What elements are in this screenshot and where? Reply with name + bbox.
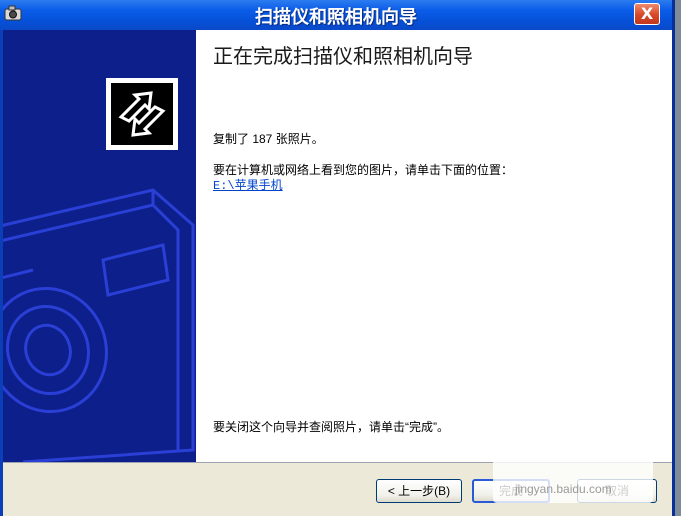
scanner-camera-wizard-window: 扫描仪和照相机向导 X 正在完成扫描仪和照相机向导 复制了 187 张照片。 要… [0, 0, 675, 516]
copied-count-text: 复制了 187 张照片。 [213, 132, 324, 146]
desktop-background [675, 0, 681, 516]
close-button[interactable]: X [634, 3, 660, 25]
wizard-side-banner [3, 30, 196, 462]
window-title: 扫描仪和照相机向导 [255, 7, 417, 28]
back-button[interactable]: < 上一步(B) [376, 479, 462, 503]
close-icon: X [640, 4, 654, 23]
wizard-arrows-icon [118, 91, 166, 137]
page-title: 正在完成扫描仪和照相机向导 [213, 44, 473, 68]
title-bar[interactable]: 扫描仪和照相机向导 X [0, 0, 672, 30]
close-wizard-prompt: 要关闭这个向导并查阅照片，请单击“完成”。 [213, 420, 449, 434]
wizard-logo [106, 78, 178, 150]
location-link[interactable]: E:\苹果手机 [213, 176, 283, 193]
watermark-text: jingyan.baidu.com [515, 482, 612, 496]
wizard-content: 正在完成扫描仪和照相机向导 复制了 187 张照片。 要在计算机或网络上看到您的… [196, 30, 672, 462]
